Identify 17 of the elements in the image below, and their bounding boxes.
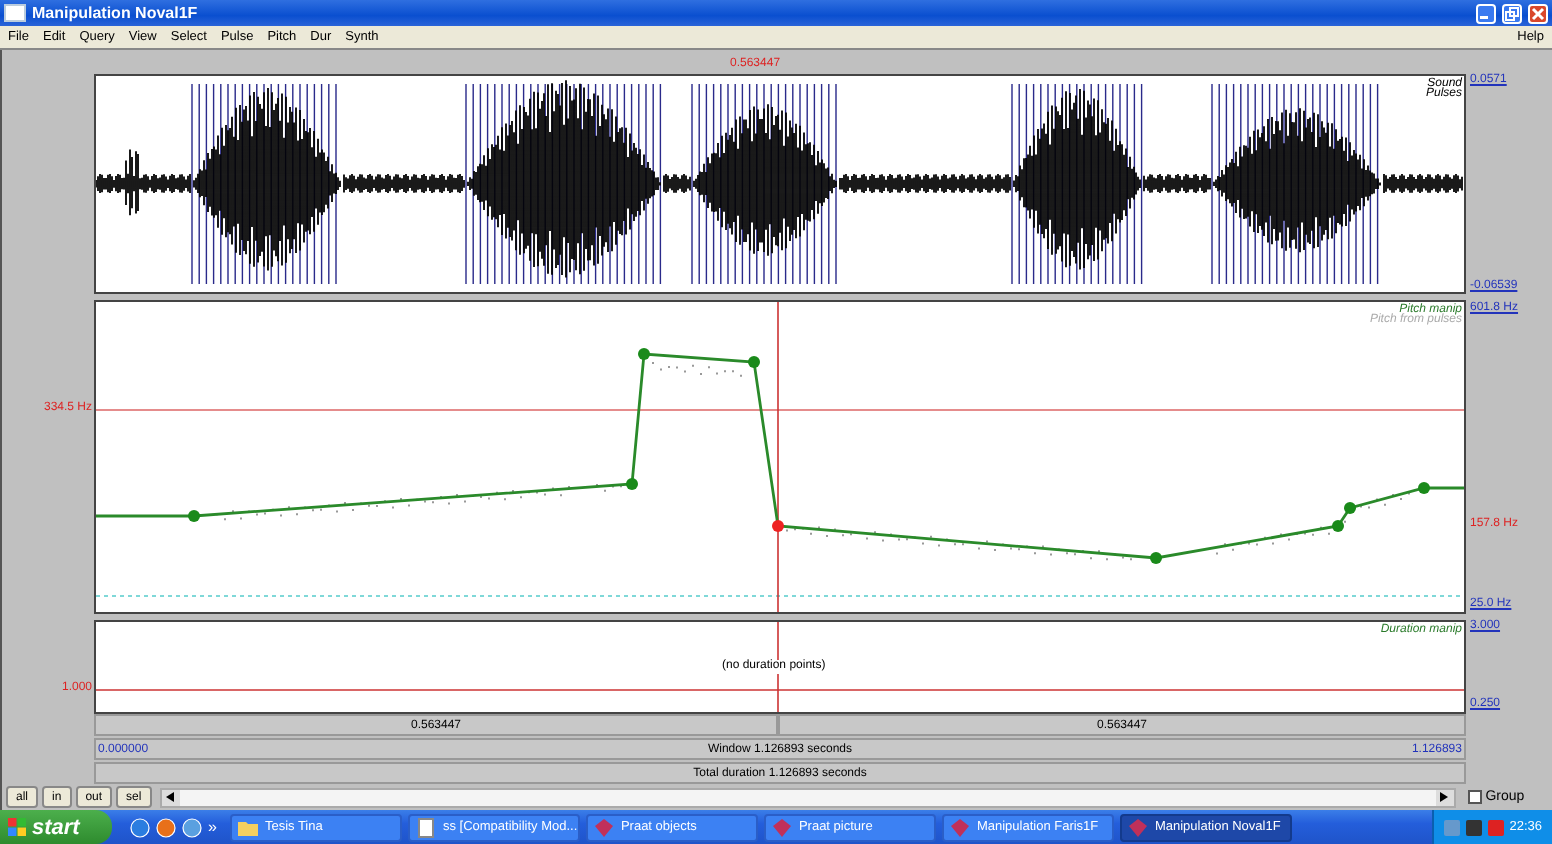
window-icon — [4, 4, 26, 22]
scrollbar[interactable] — [159, 787, 1456, 807]
document-icon — [416, 817, 437, 837]
checkbox[interactable] — [1467, 790, 1482, 804]
left-arrow-icon[interactable] — [166, 792, 175, 802]
diamond-icon — [594, 817, 615, 837]
right-arrow-icon[interactable] — [1440, 792, 1449, 802]
folder-icon — [238, 817, 259, 837]
diamond-icon — [772, 817, 793, 837]
more-button[interactable]: » — [208, 818, 217, 836]
close-icon[interactable] — [1528, 3, 1548, 23]
diamond-icon — [950, 817, 971, 837]
windows-flag-icon — [8, 818, 26, 836]
restore-icon[interactable] — [1502, 3, 1522, 23]
window-title: Manipulation Noval1F — [32, 4, 200, 22]
minimize-icon[interactable] — [1476, 3, 1496, 23]
diamond-icon — [1128, 817, 1149, 837]
